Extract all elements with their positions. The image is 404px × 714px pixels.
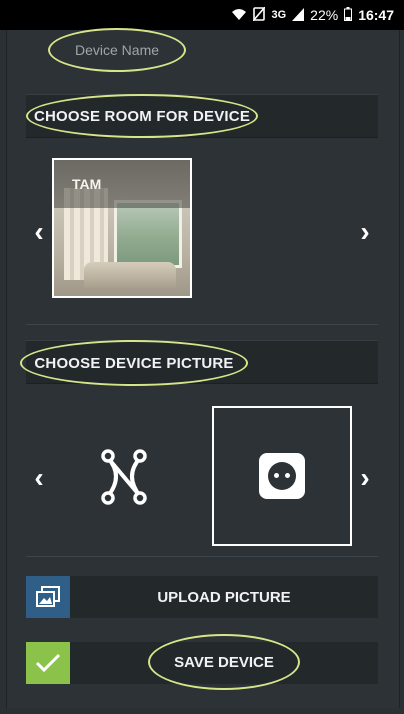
clock: 16:47 bbox=[358, 7, 394, 23]
chevron-right-icon: › bbox=[360, 462, 370, 493]
battery-icon bbox=[344, 7, 353, 23]
network-type: 3G bbox=[271, 9, 287, 21]
picture-prev-button[interactable]: ‹ bbox=[26, 458, 52, 498]
room-photo-sofa bbox=[84, 262, 176, 288]
room-prev-button[interactable]: ‹ bbox=[26, 212, 52, 252]
chevron-left-icon: ‹ bbox=[34, 216, 44, 247]
divider bbox=[26, 556, 378, 557]
network-nodes-icon bbox=[101, 449, 147, 505]
room-next-button[interactable]: › bbox=[352, 212, 378, 252]
room-label: TAM bbox=[72, 176, 102, 192]
save-device-label: SAVE DEVICE bbox=[174, 653, 274, 671]
chevron-left-icon: ‹ bbox=[34, 462, 44, 493]
image-upload-icon bbox=[26, 576, 70, 618]
device-name-placeholder: Device Name bbox=[74, 42, 160, 58]
device-picture-option-selected[interactable] bbox=[212, 406, 352, 546]
picture-section-title: CHOOSE DEVICE PICTURE bbox=[34, 354, 234, 372]
checkmark-icon bbox=[26, 642, 70, 684]
upload-picture-label: UPLOAD PICTURE bbox=[157, 588, 291, 606]
no-sim-icon bbox=[252, 6, 267, 23]
upload-picture-button[interactable]: UPLOAD PICTURE bbox=[26, 576, 378, 618]
signal-icon bbox=[292, 7, 305, 23]
room-section-title: CHOOSE ROOM FOR DEVICE bbox=[33, 107, 251, 125]
device-name-field[interactable]: Device Name bbox=[48, 28, 186, 72]
chevron-right-icon: › bbox=[360, 216, 370, 247]
status-bar: 3G 22% 16:47 bbox=[0, 0, 404, 30]
power-socket-icon bbox=[259, 453, 305, 499]
device-picture-option[interactable] bbox=[96, 446, 152, 508]
room-photo-window bbox=[114, 200, 182, 268]
picture-next-button[interactable]: › bbox=[352, 458, 378, 498]
wifi-icon bbox=[231, 7, 247, 23]
battery-percent: 22% bbox=[310, 7, 339, 23]
room-thumbnail[interactable]: TAM bbox=[52, 158, 192, 298]
divider bbox=[26, 324, 378, 325]
